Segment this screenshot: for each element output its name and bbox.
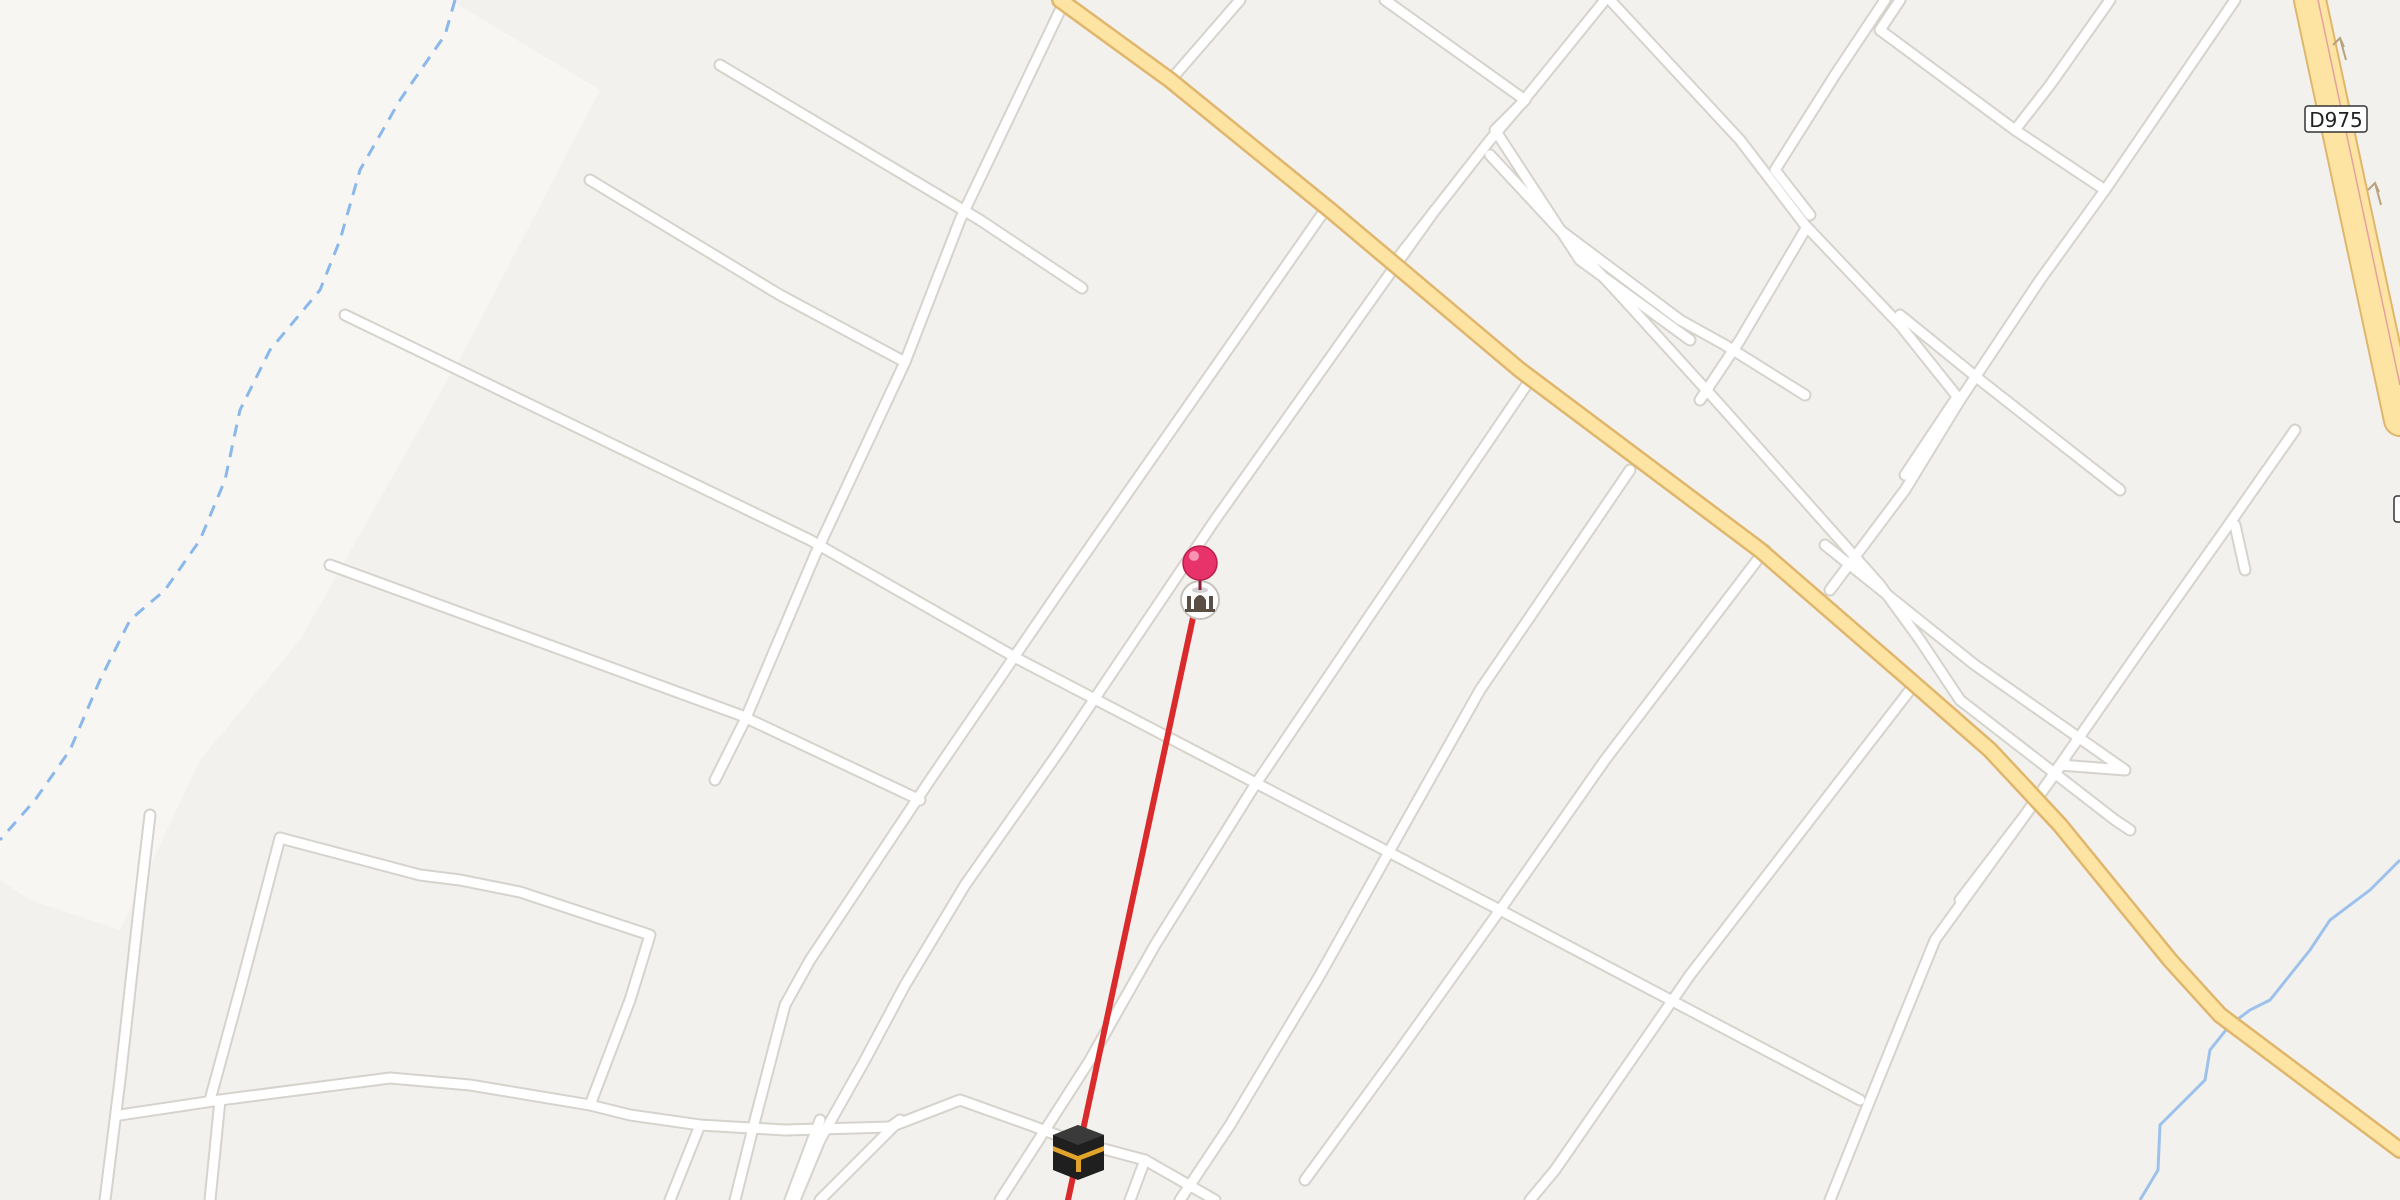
highway-d975 (2295, 0, 2400, 435)
river (2138, 858, 2400, 1200)
svg-text:D975: D975 (2309, 108, 2363, 132)
road-label-box-partial (2393, 495, 2400, 523)
mosque-icon (1185, 595, 1215, 612)
kaaba-marker[interactable] (1053, 1125, 1104, 1180)
map-canvas[interactable]: D975 (0, 0, 2400, 1200)
land-area (0, 0, 600, 930)
road-label-d975: D975 (2304, 105, 2368, 133)
highway-d975-divider (2317, 0, 2400, 386)
kaaba-icon (1053, 1125, 1104, 1180)
